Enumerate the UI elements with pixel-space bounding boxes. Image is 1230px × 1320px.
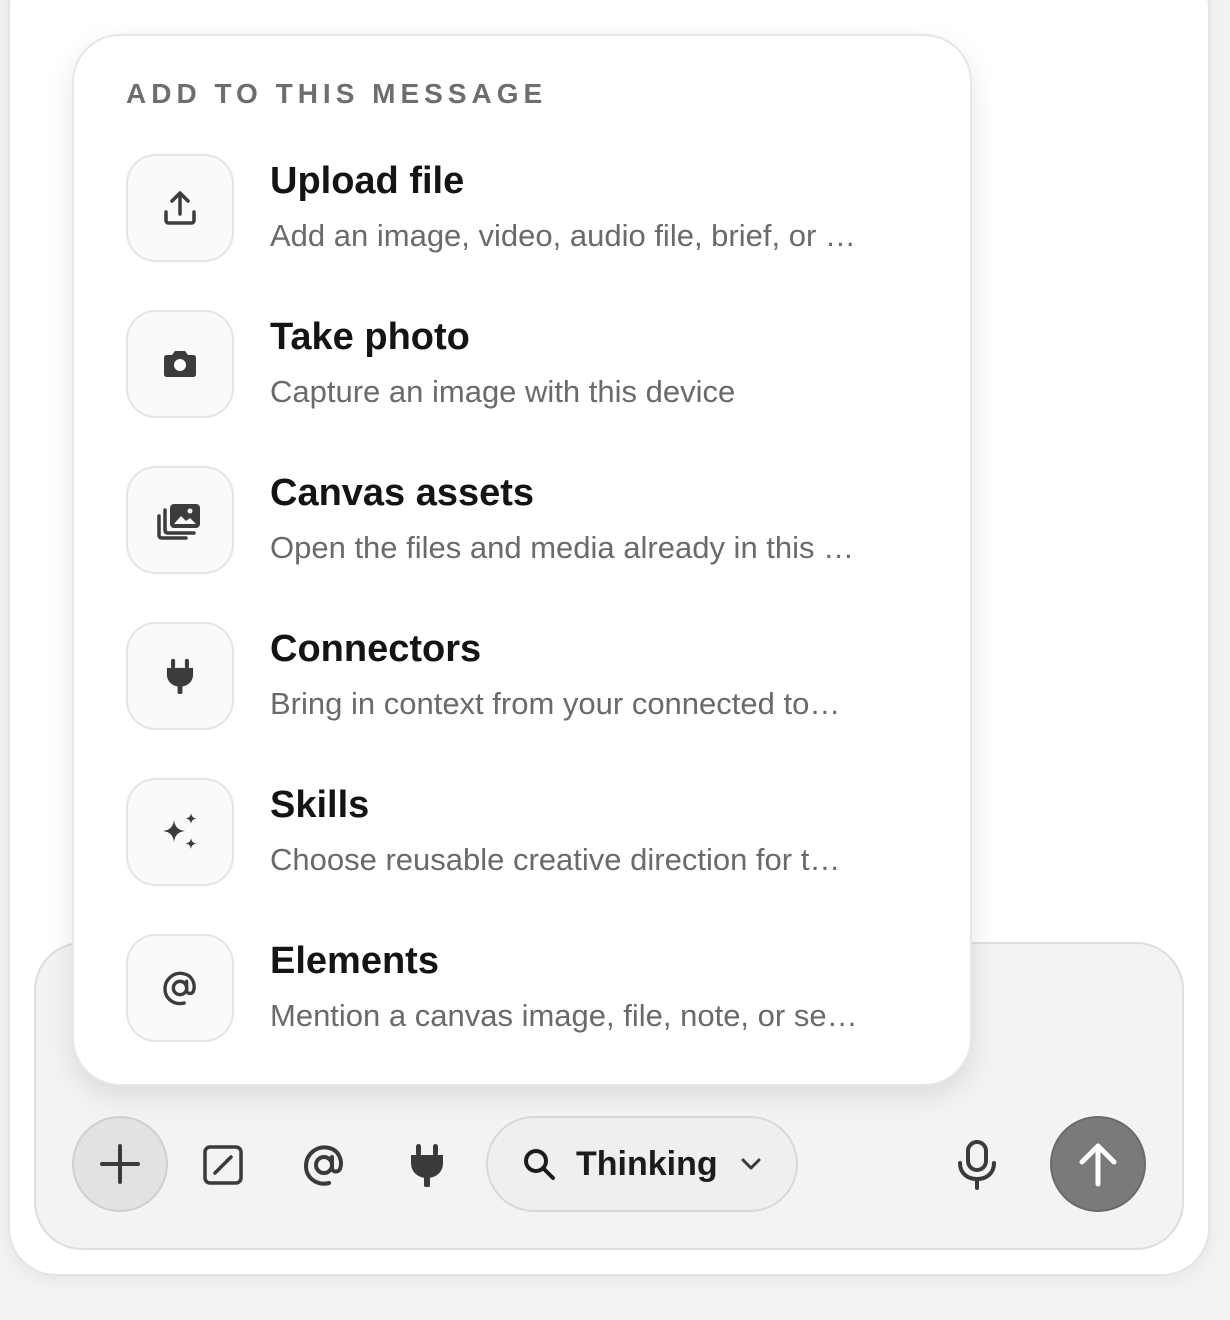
images-icon (157, 504, 200, 540)
connectors-button[interactable] (402, 1140, 452, 1190)
menu-item-upload-file[interactable]: Upload file Add an image, video, audio f… (126, 154, 926, 262)
images-icon-box (126, 466, 234, 574)
mode-label: Thinking (576, 1144, 718, 1183)
at-icon (303, 1145, 343, 1186)
at-icon-box (126, 934, 234, 1042)
menu-item-title: Connectors (270, 628, 482, 670)
menu-item-take-photo[interactable]: Take photo Capture an image with this de… (126, 310, 926, 418)
mode-selector[interactable]: Thinking (486, 1116, 798, 1212)
sparkles-icon-box (126, 778, 234, 886)
microphone-button[interactable] (952, 1140, 1002, 1190)
menu-item-description: Bring in context from your connected to… (270, 686, 841, 721)
mic-icon (958, 1140, 996, 1190)
menu-item-description: Open the files and media already in this… (270, 530, 855, 565)
menu-item-description: Choose reusable creative direction for t… (270, 842, 841, 877)
menu-item-title: Take photo (270, 316, 470, 358)
at-icon (163, 971, 196, 1006)
camera-icon (164, 351, 196, 377)
menu-item-skills[interactable]: Skills Choose reusable creative directio… (126, 778, 926, 886)
upload-icon-box (126, 154, 234, 262)
mention-button[interactable] (299, 1140, 349, 1190)
menu-heading: ADD TO THIS MESSAGE (126, 78, 548, 109)
upload-icon (164, 191, 196, 225)
menu-item-canvas-assets[interactable]: Canvas assets Open the files and media a… (126, 466, 926, 574)
menu-item-title: Skills (270, 784, 370, 826)
menu-item-connectors[interactable]: Connectors Bring in context from your co… (126, 622, 926, 730)
arrow-up-icon (1079, 1143, 1117, 1187)
sparkles-icon (163, 813, 197, 849)
menu-item-description: Capture an image with this device (270, 374, 736, 409)
camera-icon-box (126, 310, 234, 418)
slash-icon (203, 1145, 243, 1185)
search-icon (524, 1149, 555, 1180)
send-button[interactable] (1050, 1116, 1146, 1212)
menu-item-title: Canvas assets (270, 472, 535, 514)
menu-item-description: Mention a canvas image, file, note, or s… (270, 998, 858, 1033)
chevron-down-icon (741, 1158, 761, 1170)
plug-icon (166, 658, 194, 694)
plus-icon (100, 1144, 140, 1184)
menu-item-description: Add an image, video, audio file, brief, … (270, 218, 856, 253)
command-button[interactable] (198, 1140, 248, 1190)
plug-icon (411, 1144, 443, 1187)
menu-item-title: Elements (270, 940, 439, 982)
add-button[interactable] (72, 1116, 168, 1212)
menu-item-elements[interactable]: Elements Mention a canvas image, file, n… (126, 934, 926, 1042)
menu-item-title: Upload file (270, 160, 465, 202)
add-to-message-menu: ADD TO THIS MESSAGE Upload file Add an i… (72, 34, 972, 1086)
plug-icon-box (126, 622, 234, 730)
